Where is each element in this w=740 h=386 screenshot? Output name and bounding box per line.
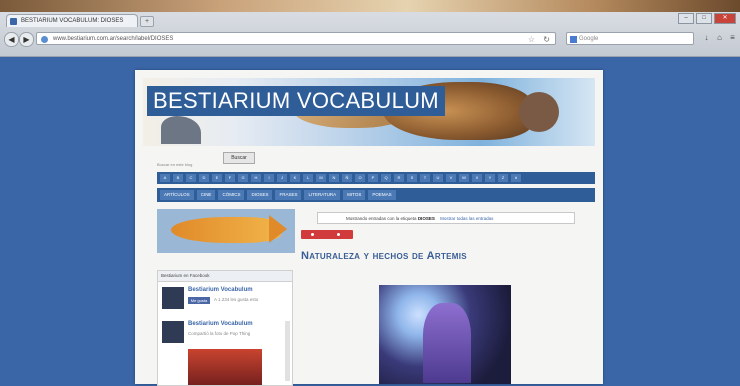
letter-link[interactable]: E — [212, 174, 222, 182]
toolbar-icons: ↓ ⌂ ≡ — [702, 32, 737, 43]
tag-filter-notice: Mostrando entradas con la etiqueta DIOSE… — [317, 212, 575, 224]
facebook-widget: Bestiarium en Facebook Bestiarium Vocabu… — [157, 270, 293, 386]
menu-item-poemas[interactable]: POEMAS — [368, 190, 396, 200]
browser-chrome: BESTIARIUM VOCABULUM: DIOSES + – □ ✕ ◀ ▶… — [0, 12, 740, 57]
browser-search-input[interactable]: Google — [566, 32, 694, 45]
menu-icon[interactable]: ≡ — [728, 32, 737, 43]
post-image-artemis[interactable] — [379, 285, 511, 384]
dot-icon — [337, 233, 340, 236]
letter-link[interactable]: # — [511, 174, 521, 182]
dot-icon — [311, 233, 314, 236]
menu-item-articulos[interactable]: ARTÍCULOS — [160, 190, 194, 200]
browser-tab[interactable]: BESTIARIUM VOCABULUM: DIOSES — [6, 14, 138, 27]
maximize-button[interactable]: □ — [696, 13, 712, 24]
back-button[interactable]: ◀ — [4, 32, 19, 47]
home-icon[interactable]: ⌂ — [715, 32, 724, 43]
new-tab-button[interactable]: + — [140, 16, 154, 27]
widget-header: Bestiarium en Facebook — [158, 271, 292, 282]
avatar — [162, 287, 184, 309]
blog-banner[interactable]: BESTIARIUM VOCABULUM — [143, 78, 595, 146]
menu-item-dioses[interactable]: DIOSES — [247, 190, 273, 200]
window-controls: – □ ✕ — [678, 13, 736, 24]
letter-link[interactable]: V — [446, 174, 456, 182]
letter-link[interactable]: P — [368, 174, 378, 182]
desktop-background-strip — [0, 0, 740, 12]
page-name[interactable]: Bestiarium Vocabulum — [188, 287, 253, 293]
letter-link[interactable]: Ñ — [342, 174, 352, 182]
letter-link[interactable]: M — [316, 174, 326, 182]
search-placeholder: Google — [579, 36, 599, 42]
letter-link[interactable]: Y — [485, 174, 495, 182]
search-engine-icon — [570, 36, 577, 43]
letter-link[interactable]: B — [173, 174, 183, 182]
blog-title[interactable]: BESTIARIUM VOCABULUM — [147, 86, 445, 116]
menu-item-comics[interactable]: CÓMICS — [218, 190, 245, 200]
letter-link[interactable]: W — [459, 174, 469, 182]
banner-beast-head-art — [519, 92, 559, 132]
navigation-bar: ◀ ▶ www.bestiarium.com.ar/search/label/D… — [0, 28, 740, 50]
page-name[interactable]: Bestiarium Vocabulum — [188, 321, 253, 327]
goddess-figure-art — [423, 303, 471, 383]
tab-title: BESTIARIUM VOCABULUM: DIOSES — [21, 18, 124, 24]
blog-page: BESTIARIUM VOCABULUM Buscar en este blog… — [135, 70, 603, 386]
menu-item-frases[interactable]: FRASES — [275, 190, 302, 200]
letter-link[interactable]: N — [329, 174, 339, 182]
fish-art — [171, 217, 281, 243]
letter-link[interactable]: F — [225, 174, 235, 182]
letter-link[interactable]: K — [290, 174, 300, 182]
favicon-icon — [10, 18, 17, 25]
globe-icon — [41, 36, 48, 43]
close-window-button[interactable]: ✕ — [714, 13, 736, 24]
share-button[interactable] — [301, 230, 353, 239]
letter-link[interactable]: I — [264, 174, 274, 182]
search-button[interactable]: Buscar — [223, 152, 255, 164]
menu-item-mitos[interactable]: MITOS — [343, 190, 366, 200]
like-button[interactable]: Me gusta — [188, 297, 210, 304]
url-text: www.bestiarium.com.ar/search/label/DIOSE… — [53, 36, 174, 42]
letter-link[interactable]: L — [303, 174, 313, 182]
letter-link[interactable]: D — [199, 174, 209, 182]
menu-item-cine[interactable]: CINE — [196, 190, 216, 200]
search-label: Buscar en este blog — [157, 162, 193, 167]
letter-link[interactable]: U — [433, 174, 443, 182]
category-menu: ARTÍCULOS CINE CÓMICS DIOSES FRASES LITE… — [157, 188, 595, 202]
facebook-post-entry[interactable]: Bestiarium Vocabulum Compartió la foto d… — [162, 319, 272, 345]
avatar — [162, 321, 184, 343]
download-icon[interactable]: ↓ — [702, 32, 711, 43]
facebook-post-image[interactable] — [188, 349, 262, 385]
letter-link[interactable]: Q — [381, 174, 391, 182]
post-description: Compartió la foto de Pop Thing — [188, 331, 251, 336]
banner-rider-art — [161, 116, 201, 144]
letter-link[interactable]: A — [160, 174, 170, 182]
minimize-button[interactable]: – — [678, 13, 694, 24]
facebook-page-entry[interactable]: Bestiarium Vocabulum Me gusta A 1.234 le… — [162, 285, 272, 311]
letter-link[interactable]: X — [472, 174, 482, 182]
address-bar[interactable]: www.bestiarium.com.ar/search/label/DIOSE… — [36, 32, 556, 45]
letter-link[interactable]: Z — [498, 174, 508, 182]
post-title[interactable]: Naturaleza y hechos de Artemis — [301, 250, 467, 262]
letter-link[interactable]: G — [238, 174, 248, 182]
tag-notice-text: Mostrando entradas con la etiqueta — [346, 216, 417, 221]
show-all-link[interactable]: Mostrar todas las entradas — [440, 216, 493, 221]
reload-icon[interactable]: ↻ — [543, 33, 550, 46]
menu-item-literatura[interactable]: LITERATURA — [304, 190, 341, 200]
tag-name: DIOSES — [417, 216, 435, 221]
alphabet-index: A B C D E F G H I J K L M N Ñ O P Q R S … — [157, 172, 595, 184]
letter-link[interactable]: S — [407, 174, 417, 182]
sidebar-fish-image[interactable] — [157, 209, 295, 253]
letter-link[interactable]: H — [251, 174, 261, 182]
forward-button[interactable]: ▶ — [19, 32, 34, 47]
widget-scrollbar[interactable] — [285, 321, 290, 381]
fish-tail-art — [269, 215, 287, 243]
letter-link[interactable]: J — [277, 174, 287, 182]
letter-link[interactable]: T — [420, 174, 430, 182]
letter-link[interactable]: O — [355, 174, 365, 182]
likes-count: A 1.234 les gusta esto — [214, 297, 259, 302]
letter-link[interactable]: R — [394, 174, 404, 182]
bookmark-star-icon[interactable]: ☆ — [528, 33, 535, 46]
letter-link[interactable]: C — [186, 174, 196, 182]
